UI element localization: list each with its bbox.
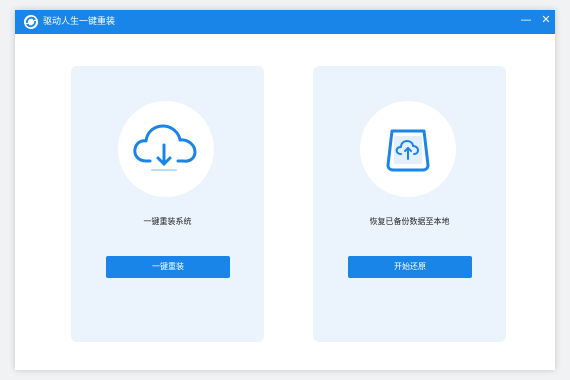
reinstall-system-label: 一键重装系统 bbox=[143, 217, 192, 226]
close-button[interactable]: ✕ bbox=[537, 10, 555, 30]
start-restore-button[interactable]: 开始还原 bbox=[348, 256, 472, 278]
title-bar: 驱动人生一键重装 — ✕ bbox=[15, 10, 555, 34]
window-title: 驱动人生一键重装 bbox=[43, 17, 116, 27]
app-logo-icon bbox=[23, 14, 39, 30]
cloud-download-icon bbox=[133, 124, 197, 171]
icon-circle bbox=[118, 101, 214, 197]
minimize-button[interactable]: — bbox=[517, 10, 535, 30]
reinstall-system-card: 一键重装系统 一键重装 bbox=[71, 66, 264, 342]
app-window: 驱动人生一键重装 — ✕ 一键重装系统 一键重装 恢复已备份数据至本地 开始还原 bbox=[15, 10, 555, 370]
icon-circle bbox=[360, 101, 456, 197]
restore-data-card: 恢复已备份数据至本地 开始还原 bbox=[313, 66, 506, 342]
one-click-reinstall-button[interactable]: 一键重装 bbox=[106, 256, 230, 278]
cloud-upload-icon bbox=[386, 129, 430, 172]
restore-data-label: 恢复已备份数据至本地 bbox=[369, 217, 450, 226]
